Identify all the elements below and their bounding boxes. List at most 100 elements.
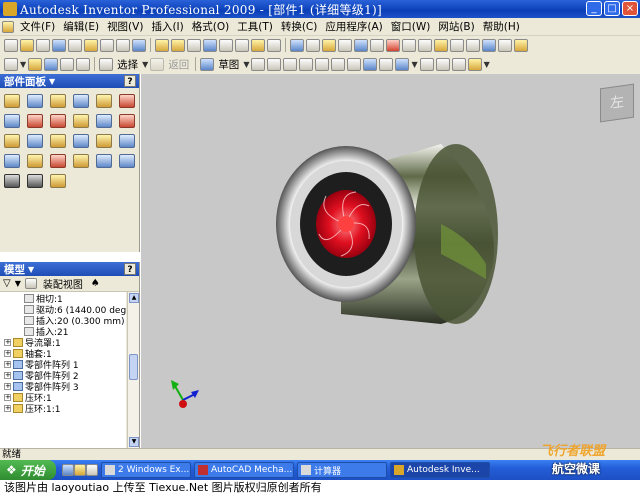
transitional-icon[interactable]	[27, 114, 43, 128]
extrude-icon[interactable]	[36, 38, 50, 52]
copy-component-icon[interactable]	[96, 94, 112, 108]
menu-insert[interactable]: 插入(I)	[147, 19, 187, 34]
model-tree-scrollbar[interactable]: ▲ ▼	[127, 292, 139, 448]
menu-edit[interactable]: 编辑(E)	[59, 19, 103, 34]
find-icon[interactable]: ♠	[91, 278, 100, 289]
assembly-panel-header[interactable]: 部件面板 ▼ ?	[0, 74, 139, 88]
work-plane-icon[interactable]	[4, 134, 20, 148]
display-mode-icon[interactable]	[379, 57, 394, 71]
pattern-icon[interactable]	[187, 38, 201, 52]
pan-icon[interactable]	[299, 57, 314, 71]
document-icon[interactable]	[2, 20, 14, 33]
task-calculator[interactable]: 计算器	[297, 462, 387, 478]
replace-icon[interactable]	[251, 38, 265, 52]
cable-icon[interactable]	[354, 38, 368, 52]
menu-help[interactable]: 帮助(H)	[479, 19, 524, 34]
look-at-icon[interactable]	[347, 57, 362, 71]
stress-icon[interactable]	[386, 38, 400, 52]
minimize-button[interactable]: _	[586, 1, 602, 16]
tree-item-insert-21[interactable]: 插入:21	[0, 326, 126, 338]
bom-icon[interactable]	[402, 38, 416, 52]
new-file-icon[interactable]	[4, 57, 18, 71]
chamfer-icon[interactable]	[4, 154, 20, 168]
save-icon[interactable]	[44, 57, 59, 71]
turbofan-model[interactable]	[141, 74, 640, 448]
constraint-icon[interactable]	[119, 94, 135, 108]
chevron-down-icon[interactable]: ▼	[49, 77, 55, 86]
filter-icon[interactable]: ▽	[3, 278, 11, 289]
chevron-down-icon[interactable]: ▼	[20, 60, 26, 69]
menu-tools[interactable]: 工具(T)	[233, 19, 277, 34]
scrollbar-thumb[interactable]	[129, 354, 138, 380]
work-point-icon[interactable]	[50, 134, 66, 148]
quicklaunch-desktop-icon[interactable]	[62, 464, 74, 476]
zoom-icon[interactable]	[283, 57, 298, 71]
revolve-icon[interactable]	[73, 154, 89, 168]
menu-web[interactable]: 网站(B)	[434, 19, 478, 34]
tube-icon[interactable]	[338, 38, 352, 52]
rib-icon[interactable]	[132, 38, 146, 52]
scroll-down-icon[interactable]: ▼	[129, 437, 139, 447]
chevron-down-icon[interactable]: ▼	[142, 60, 148, 69]
menu-format[interactable]: 格式(O)	[188, 19, 233, 34]
update-icon[interactable]	[498, 38, 512, 52]
undo-icon[interactable]	[60, 57, 75, 71]
work-axis-icon[interactable]	[27, 134, 43, 148]
move-component-icon[interactable]	[50, 114, 66, 128]
help-icon[interactable]: ?	[124, 75, 136, 87]
chevron-down-icon[interactable]: ▼	[484, 60, 490, 69]
tree-item-press-ring-2[interactable]: + 压环:1:1	[0, 403, 126, 415]
pattern-component-icon[interactable]	[50, 94, 66, 108]
replace-component-icon[interactable]	[119, 114, 135, 128]
graphics-viewport[interactable]: 左	[141, 74, 640, 448]
sweep-icon[interactable]	[96, 154, 112, 168]
select-button[interactable]: 选择	[115, 57, 140, 72]
tree-item-press-ring[interactable]: + 压环:1	[0, 392, 126, 404]
pattern-feature-icon[interactable]	[119, 154, 135, 168]
param-icon[interactable]	[466, 38, 480, 52]
orbit-icon[interactable]	[331, 57, 346, 71]
quicklaunch-media-icon[interactable]	[86, 464, 98, 476]
move-icon[interactable]	[219, 38, 233, 52]
extrude-icon[interactable]	[96, 134, 112, 148]
scroll-up-icon[interactable]: ▲	[129, 293, 139, 303]
ifeature-icon[interactable]	[50, 174, 66, 188]
assembly-view-dropdown[interactable]: 装配视图	[41, 276, 85, 291]
menu-applications[interactable]: 应用程序(A)	[321, 19, 386, 34]
chevron-down-icon[interactable]: ▼	[28, 265, 34, 274]
frame-icon[interactable]	[290, 38, 304, 52]
chevron-down-icon[interactable]: ▼	[243, 60, 249, 69]
fillet-icon[interactable]	[84, 38, 98, 52]
menu-convert[interactable]: 转换(C)	[277, 19, 322, 34]
open-file-icon[interactable]	[28, 57, 43, 71]
chamfer-icon[interactable]	[100, 38, 114, 52]
motion-icon[interactable]	[4, 114, 20, 128]
sketch-button[interactable]: 草图	[216, 57, 241, 72]
ilogic-icon[interactable]	[482, 38, 496, 52]
place-component-icon[interactable]	[4, 94, 20, 108]
weld-icon[interactable]	[50, 154, 66, 168]
shaded-display-icon[interactable]	[363, 57, 378, 71]
hole-icon[interactable]	[119, 134, 135, 148]
task-windows-explorer[interactable]: 2 Windows Ex...	[101, 462, 191, 478]
parameters-icon[interactable]	[27, 174, 43, 188]
sketch-icon[interactable]	[200, 57, 215, 71]
revolve-icon[interactable]	[52, 38, 66, 52]
reflection-icon[interactable]	[435, 57, 450, 71]
bom-icon[interactable]	[4, 174, 20, 188]
place-component-icon[interactable]	[155, 38, 169, 52]
drawing-icon[interactable]	[418, 38, 432, 52]
tree-item-pattern-3[interactable]: + 零部件阵列 3	[0, 381, 126, 393]
presentation-icon[interactable]	[434, 38, 448, 52]
create-component-icon[interactable]	[171, 38, 185, 52]
rotate-component-icon[interactable]	[73, 114, 89, 128]
zoom-selected-icon[interactable]	[315, 57, 330, 71]
close-button[interactable]: ×	[622, 1, 638, 16]
zoom-all-icon[interactable]	[251, 57, 266, 71]
section-view-icon[interactable]	[96, 114, 112, 128]
hole-icon[interactable]	[68, 38, 82, 52]
rotate-icon[interactable]	[235, 38, 249, 52]
camera-icon[interactable]	[395, 57, 410, 71]
expand-icon[interactable]: +	[4, 394, 11, 401]
sheetmetal-icon[interactable]	[322, 38, 336, 52]
